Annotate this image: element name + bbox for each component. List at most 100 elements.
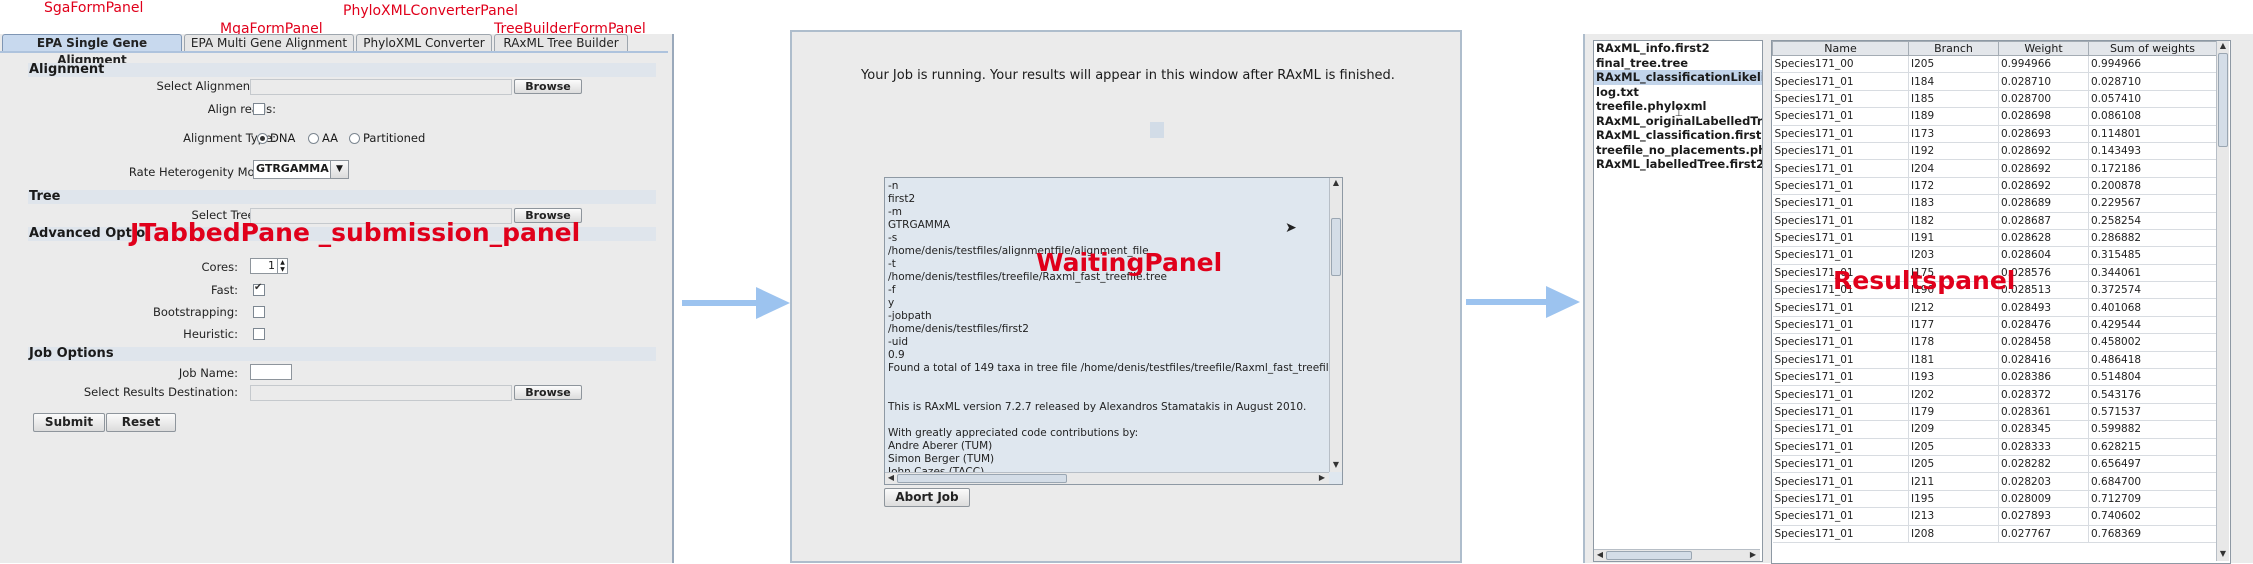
table-cell: 0.486418 <box>2088 351 2217 370</box>
radio-aa[interactable] <box>308 133 319 144</box>
filelist-scroll-left-icon[interactable]: ◀ <box>1595 550 1605 560</box>
table-row[interactable]: Species171_01 I189 0.028698 0.086108 <box>1772 107 2217 126</box>
console-vscroll-thumb[interactable] <box>1331 218 1341 276</box>
spinner-up-icon[interactable]: ▲ <box>277 259 287 266</box>
table-vscrollbar[interactable]: ▲ ▼ <box>2216 41 2229 561</box>
table-row[interactable]: Species171_01 I202 0.028372 0.543176 <box>1772 385 2217 404</box>
progress-indicator <box>1150 122 1164 138</box>
console-line: -m <box>888 206 903 218</box>
chevron-down-icon[interactable]: ▼ <box>330 161 348 178</box>
console-line: -f <box>888 284 896 296</box>
results-cursor-icon: ⌶ <box>1675 105 1683 120</box>
scroll-down-icon[interactable]: ▼ <box>1331 460 1341 470</box>
table-row[interactable]: Species171_01 I212 0.028493 0.401068 <box>1772 298 2217 317</box>
console-line: GTRGAMMA <box>888 219 951 231</box>
table-row[interactable]: Species171_01 I179 0.028361 0.571537 <box>1772 403 2217 422</box>
table-row[interactable]: Species171_00 I205 0.994966 0.994966 <box>1772 55 2217 74</box>
scroll-right-icon[interactable]: ▶ <box>1317 473 1327 483</box>
radio-dna[interactable] <box>257 133 268 144</box>
table-row[interactable]: Species171_01 I193 0.028386 0.514804 <box>1772 368 2217 387</box>
cores-spinner[interactable]: 1 ▲ ▼ <box>250 258 288 274</box>
table-scroll-down-icon[interactable]: ▼ <box>2218 549 2228 559</box>
job-name-field[interactable] <box>250 364 292 380</box>
table-cell: 0.028628 <box>1998 229 2089 248</box>
table-row[interactable]: Species171_01 I208 0.027767 0.768369 <box>1772 525 2217 543</box>
radio-partitioned[interactable] <box>349 133 360 144</box>
table-cell: Species171_01 <box>1772 229 1909 248</box>
scroll-up-icon[interactable]: ▲ <box>1331 178 1341 188</box>
table-row[interactable]: Species171_01 I205 0.028282 0.656497 <box>1772 455 2217 474</box>
file-list-item[interactable]: treefile_no_placements.phyloxml <box>1594 143 1762 158</box>
column-header[interactable]: Branch <box>1908 41 1999 56</box>
table-row[interactable]: Species171_01 I211 0.028203 0.684700 <box>1772 472 2217 491</box>
scroll-left-icon[interactable]: ◀ <box>886 473 896 483</box>
results-table[interactable]: Name Branch Weight Sum of weights Species17… <box>1771 40 2231 564</box>
heuristic-checkbox[interactable] <box>253 328 265 340</box>
table-cell: 0.114801 <box>2088 125 2217 143</box>
file-list-item[interactable]: final_tree.tree <box>1594 56 1762 71</box>
table-scroll-up-icon[interactable]: ▲ <box>2218 41 2228 51</box>
table-row[interactable]: Species171_01 I195 0.028009 0.712709 <box>1772 490 2217 509</box>
table-row[interactable]: Species171_01 I191 0.028628 0.286882 <box>1772 229 2217 248</box>
table-cell: Species171_01 <box>1772 246 1909 265</box>
file-list-item[interactable]: RAxML_info.first2 <box>1594 41 1762 56</box>
console-line: y <box>888 297 895 309</box>
console-hscrollbar[interactable]: ◀ ▶ <box>885 472 1329 484</box>
table-vscroll-thumb[interactable] <box>2218 53 2228 147</box>
filelist-hscroll-thumb[interactable] <box>1606 551 1692 560</box>
table-cell: Species171_01 <box>1772 490 1909 509</box>
table-cell: 0.712709 <box>2088 490 2217 509</box>
spinner-down-icon[interactable]: ▼ <box>277 266 287 273</box>
console-vscrollbar[interactable]: ▲ ▼ <box>1329 178 1342 472</box>
table-cell: I173 <box>1908 125 1999 143</box>
file-list-item[interactable]: RAxML_labelledTree.first2 <box>1594 157 1762 172</box>
table-row[interactable]: Species171_01 I178 0.028458 0.458002 <box>1772 333 2217 352</box>
filelist-hscrollbar[interactable]: ◀ ▶ <box>1594 549 1760 561</box>
table-row[interactable]: Species171_01 I177 0.028476 0.429544 <box>1772 316 2217 335</box>
align-reads-checkbox[interactable] <box>253 103 265 115</box>
output-console[interactable]: -n first2 -m GTRGAMMA -s/home/denis/testfile… <box>884 177 1343 485</box>
file-list-item[interactable]: log.txt <box>1594 85 1762 100</box>
table-row[interactable]: Species171_01 I173 0.028693 0.114801 <box>1772 125 2217 143</box>
table-cell: 0.286882 <box>2088 229 2217 248</box>
file-list-item[interactable]: RAxML_classificationLikelihoodWeights.fi… <box>1594 70 1762 85</box>
table-cell: 0.086108 <box>2088 107 2217 126</box>
browse-destination-button[interactable]: Browse <box>514 385 582 400</box>
column-header[interactable]: Name <box>1772 41 1909 56</box>
flow-arrow-2 <box>1466 299 1548 305</box>
submit-button[interactable]: Submit <box>33 413 105 432</box>
table-row[interactable]: Species171_01 I182 0.028687 0.258254 <box>1772 212 2217 230</box>
file-list-item[interactable]: RAxML_classification.first2 <box>1594 128 1762 143</box>
section-job-options: Job Options <box>28 347 656 361</box>
console-hscroll-thumb[interactable] <box>897 474 1067 483</box>
abort-job-button[interactable]: Abort Job <box>884 488 970 507</box>
browse-alignment-button[interactable]: Browse <box>514 79 582 94</box>
table-row[interactable]: Species171_01 I203 0.028604 0.315485 <box>1772 246 2217 265</box>
rate-model-select[interactable]: GTRGAMMA ▼ <box>253 160 349 179</box>
reset-button[interactable]: Reset <box>106 413 176 432</box>
table-row[interactable]: Species171_01 I213 0.027893 0.740602 <box>1772 507 2217 526</box>
table-row[interactable]: Species171_01 I183 0.028689 0.229567 <box>1772 194 2217 213</box>
fast-checkbox[interactable] <box>253 282 265 296</box>
table-row[interactable]: Species171_01 I209 0.028345 0.599882 <box>1772 420 2217 439</box>
table-row[interactable]: Species171_01 I172 0.028692 0.200878 <box>1772 177 2217 196</box>
alignment-file-field[interactable] <box>250 79 512 95</box>
table-row[interactable]: Species171_01 I181 0.028416 0.486418 <box>1772 351 2217 370</box>
column-header[interactable]: Weight <box>1998 41 2089 56</box>
tab-epa-multi-gene[interactable]: EPA Multi Gene Alignment <box>184 34 354 52</box>
column-header[interactable]: Sum of weights <box>2088 41 2217 56</box>
filelist-scroll-right-icon[interactable]: ▶ <box>1748 550 1758 560</box>
table-row[interactable]: Species171_01 I204 0.028692 0.172186 <box>1772 159 2217 178</box>
table-row[interactable]: Species171_01 I185 0.028700 0.057410 <box>1772 90 2217 109</box>
tab-epa-single-gene[interactable]: EPA Single Gene Alignment <box>2 34 182 67</box>
table-row[interactable]: Species171_01 I184 0.028710 0.028710 <box>1772 72 2217 91</box>
table-row[interactable]: Species171_01 I205 0.028333 0.628215 <box>1772 438 2217 456</box>
table-row[interactable]: Species171_01 I192 0.028692 0.143493 <box>1772 142 2217 161</box>
tab-raxml-tree-builder[interactable]: RAxML Tree Builder <box>494 34 628 52</box>
results-destination-field[interactable] <box>250 385 512 401</box>
bootstrapping-checkbox[interactable] <box>253 306 265 318</box>
table-cell: 0.028604 <box>1998 246 2089 265</box>
table-cell: 0.344061 <box>2088 264 2217 283</box>
section-tree: Tree <box>28 190 656 204</box>
tab-phyloxml-converter[interactable]: PhyloXML Converter <box>356 34 492 52</box>
